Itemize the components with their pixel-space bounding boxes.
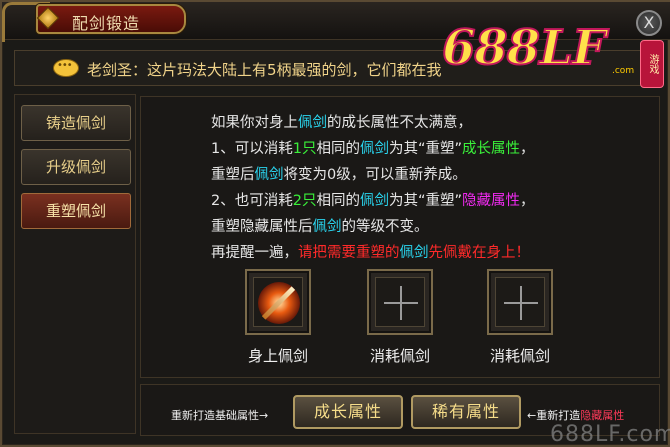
info-line-1: 如果你对身上佩剑的成长属性不太满意， <box>211 115 472 131</box>
sidebar-item-forge[interactable]: 铸造佩剑 <box>21 105 131 141</box>
info-line-3: 重塑后佩剑将变为0级，可以重新养成。 <box>211 167 467 183</box>
consume-sword-label-1: 消耗佩剑 <box>369 347 430 365</box>
hint-hidden-attr: ←重新打造隐藏属性 <box>527 409 625 422</box>
close-button[interactable]: X <box>636 10 662 36</box>
info-line-2: 1、可以消耗1只相同的佩剑为其“重塑”成长属性， <box>211 141 535 157</box>
equipped-sword-label: 身上佩剑 <box>247 347 308 365</box>
npc-message: 老剑圣：这片玛法大陆上有5柄最强的剑，它们都在我 <box>87 61 442 79</box>
growth-attr-button[interactable]: 成长属性 <box>293 395 403 429</box>
sidebar: 铸造佩剑 升级佩剑 重塑佩剑 <box>14 94 136 434</box>
title-bar[interactable]: 配剑锻造 X <box>2 2 670 42</box>
sidebar-item-upgrade[interactable]: 升级佩剑 <box>21 149 131 185</box>
reshape-panel: 如果你对身上佩剑的成长属性不太满意， 1、可以消耗1只相同的佩剑为其“重塑”成长… <box>140 96 660 378</box>
sidebar-item-reshape[interactable]: 重塑佩剑 <box>21 193 131 229</box>
npc-message-bar: 老剑圣：这片玛法大陆上有5柄最强的剑，它们都在我 <box>14 50 654 86</box>
consume-sword-slot-2[interactable] <box>487 269 553 335</box>
speech-bubble-icon <box>53 59 79 77</box>
consume-sword-slot-1[interactable] <box>367 269 433 335</box>
window-title: 配剑锻造 <box>72 14 141 33</box>
hint-base-attr: 重新打造基础属性→ <box>171 409 269 422</box>
info-line-4: 2、也可消耗2只相同的佩剑为其“重塑”隐藏属性， <box>211 193 535 209</box>
watermark: 688LF.com <box>550 422 670 447</box>
equipped-sword-slot[interactable] <box>245 269 311 335</box>
info-line-6: 再提醒一遍，请把需要重塑的佩剑先佩戴在身上！ <box>211 245 530 261</box>
consume-sword-label-2: 消耗佩剑 <box>489 347 550 365</box>
forge-window: 配剑锻造 X 老剑圣：这片玛法大陆上有5柄最强的剑，它们都在我 688LF .c… <box>0 0 670 447</box>
logo-seal: 游戏 <box>640 40 664 88</box>
rare-attr-button[interactable]: 稀有属性 <box>411 395 521 429</box>
info-line-5: 重塑隐藏属性后佩剑的等级不变。 <box>211 219 429 235</box>
